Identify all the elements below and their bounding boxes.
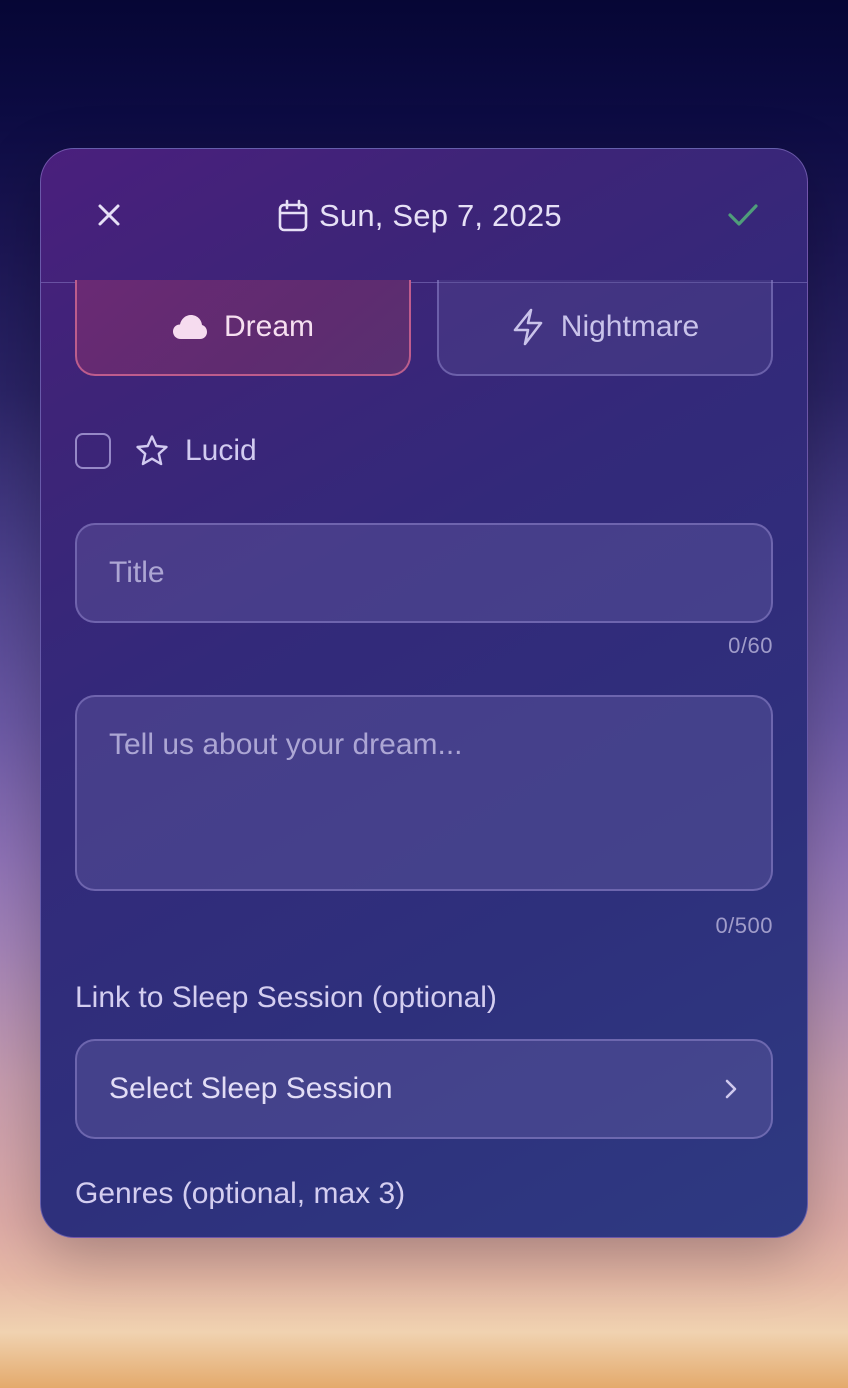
cloud-icon [172,315,207,339]
select-sleep-session-label: Select Sleep Session [109,1072,393,1105]
title-char-counter: 0/60 [728,633,773,658]
lucid-row: Lucid [75,431,257,471]
confirm-button[interactable] [723,195,763,235]
nightmare-type-label: Nightmare [560,310,700,343]
lucid-label: Lucid [185,434,257,467]
dream-type-button[interactable]: Dream [75,280,411,376]
nightmare-type-button[interactable]: Nightmare [437,280,773,376]
genres-label: Genres (optional, max 3) [75,1177,406,1210]
star-icon [135,434,169,468]
date-label: Sun, Sep 7, 2025 [319,198,562,233]
calendar-icon [278,199,308,232]
description-char-counter: 0/500 [715,913,773,938]
close-icon [98,204,120,226]
lightning-icon [513,308,543,346]
date-selector[interactable]: Sun, Sep 7, 2025 [277,195,562,237]
title-input[interactable] [75,523,773,623]
sleep-session-label: Link to Sleep Session (optional) [75,981,497,1014]
card-header: Sun, Sep 7, 2025 [41,149,807,283]
select-sleep-session-button[interactable]: Select Sleep Session [75,1039,773,1139]
chevron-right-icon [725,1079,737,1099]
dream-description-textarea[interactable] [75,695,773,891]
dream-entry-card: Sun, Sep 7, 2025 Dream Nightmare Lucid 0… [40,148,808,1238]
lucid-checkbox[interactable] [75,433,111,469]
close-button[interactable] [89,195,129,235]
check-icon [728,204,758,226]
dream-type-label: Dream [223,310,314,343]
